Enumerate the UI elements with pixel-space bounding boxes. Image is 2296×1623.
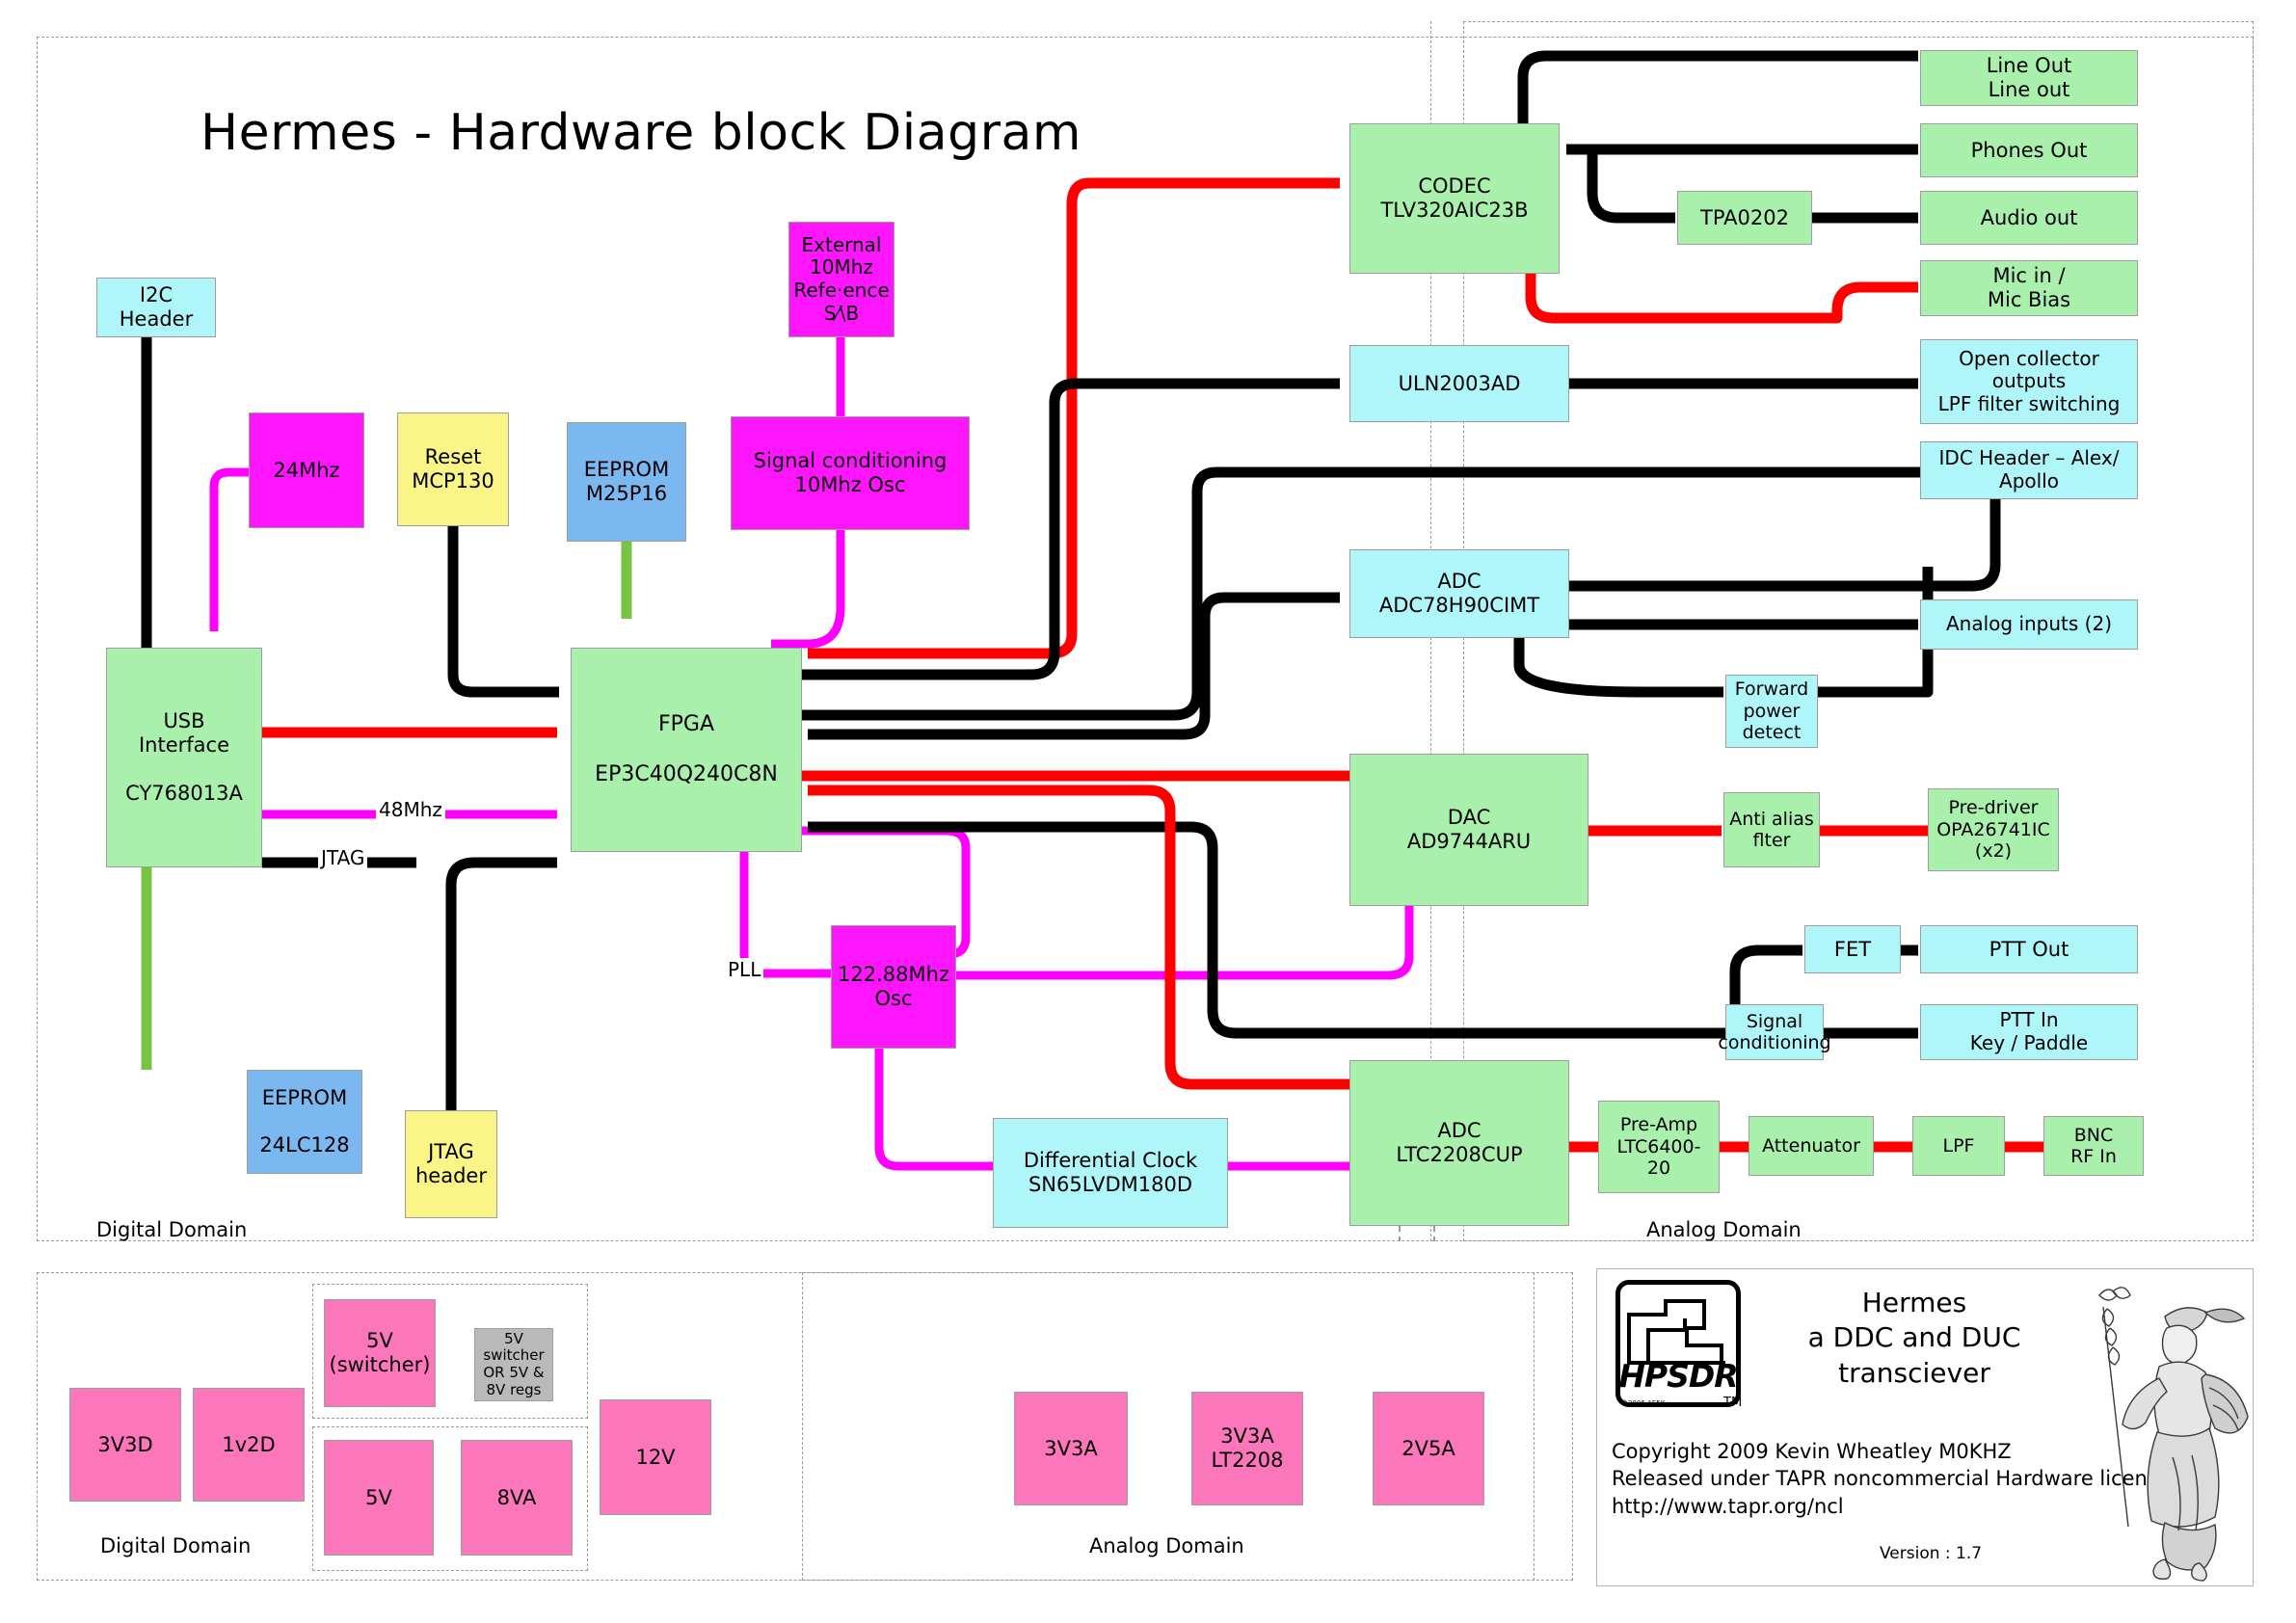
credit-heading-wrap: Hermes a DDC and DUC transciever — [1770, 1286, 2059, 1391]
psu-8va[interactable]: 8VA — [461, 1440, 573, 1556]
block-differential-clock[interactable]: Differential Clock SN65LVDM180D — [993, 1118, 1228, 1228]
block-lpf[interactable]: LPF — [1912, 1116, 2005, 1176]
block-usb-interface[interactable]: USB Interface CY768013A — [106, 648, 262, 867]
psu-1v2d[interactable]: 1v2D — [193, 1388, 305, 1502]
label-digital-domain: Digital Domain — [96, 1218, 248, 1241]
block-signal-conditioning-ptt[interactable]: Signal conditioning — [1718, 1004, 1831, 1060]
block-eeprom-24lc128[interactable]: EEPROM 24LC128 — [247, 1070, 362, 1174]
psu-3v3a-lt2208[interactable]: 3V3A LT2208 — [1191, 1392, 1303, 1505]
wire-label-jtag: JTAG — [318, 846, 368, 869]
hpsdr-logo-copyright: ©2006 AE5K — [1621, 1399, 1666, 1407]
block-line-out[interactable]: Line Out Line out — [1920, 50, 2138, 106]
block-reset-mcp130[interactable]: Reset MCP130 — [397, 412, 509, 526]
label-analog-domain: Analog Domain — [1646, 1218, 1802, 1241]
block-fet[interactable]: FET — [1804, 925, 1901, 973]
psu-5v[interactable]: 5V — [324, 1440, 434, 1556]
block-analog-inputs[interactable]: Analog inputs (2) — [1920, 599, 2138, 650]
psu-switcher-note: 5V switcher OR 5V & 8V regs — [474, 1328, 553, 1401]
block-122mhz-osc[interactable]: 122.88Mhz Osc — [831, 925, 956, 1049]
block-fpga[interactable]: FPGA EP3C40Q240C8N — [571, 648, 802, 852]
block-forward-power-detect[interactable]: Forward power detect — [1725, 675, 1818, 748]
block-attenuator[interactable]: Attenuator — [1749, 1116, 1874, 1176]
hpsdr-logo: HPSDR ©2006 AE5K — [1615, 1280, 1741, 1407]
psu-5v-switcher[interactable]: 5V (switcher) — [324, 1299, 436, 1407]
psu-3v3a[interactable]: 3V3A — [1014, 1392, 1128, 1505]
label-psu-analog-domain: Analog Domain — [1089, 1534, 1244, 1557]
block-adc-ltc2208cup[interactable]: ADC LTC2208CUP — [1349, 1060, 1569, 1226]
block-anti-alias-filter[interactable]: Anti alias flter — [1723, 792, 1820, 867]
block-audio-out[interactable]: Audio out — [1920, 191, 2138, 245]
credit-version: Version : 1.7 — [1880, 1544, 1983, 1563]
block-dac[interactable]: DAC AD9744ARU — [1349, 754, 1589, 906]
block-i2c-header[interactable]: I2C Header — [96, 278, 216, 337]
block-ptt-in[interactable]: PTT In Key / Paddle — [1920, 1004, 2138, 1060]
psu-12v[interactable]: 12V — [600, 1399, 711, 1515]
block-idc-header[interactable]: IDC Header – Alex/ Apollo — [1920, 441, 2138, 499]
block-mic-in[interactable]: Mic in / Mic Bias — [1920, 260, 2138, 316]
block-tpa0202[interactable]: TPA0202 — [1677, 191, 1812, 245]
block-pre-driver[interactable]: Pre-driver OPA26741IC (x2) — [1928, 788, 2059, 871]
block-open-collector-outputs[interactable]: Open collector outputs LPF filter switch… — [1920, 339, 2138, 424]
page-title: Hermes - Hardware block Diagram — [200, 104, 1081, 162]
block-24mhz-osc[interactable]: 24Mhz — [249, 412, 364, 528]
psu-3v3d[interactable]: 3V3D — [69, 1388, 181, 1502]
psu-2v5a[interactable]: 2V5A — [1373, 1392, 1484, 1505]
credit-version-wrap: Version : 1.7 — [1880, 1544, 1982, 1563]
credit-heading: Hermes a DDC and DUC transciever — [1807, 1287, 2021, 1389]
block-codec[interactable]: CODEC TLV320AIC23B — [1349, 123, 1560, 274]
block-pre-amp[interactable]: Pre-Amp LTC6400- 20 — [1598, 1101, 1720, 1193]
hpsdr-logo-word: HPSDR — [1618, 1357, 1738, 1395]
diagram-canvas: Hermes - Hardware block Diagram I2C Head… — [0, 0, 2296, 1623]
block-eeprom-m25p16[interactable]: EEPROM M25P16 — [567, 422, 686, 542]
block-uln2003ad[interactable]: ULN2003AD — [1349, 345, 1569, 422]
hpsdr-trademark: TM — [1723, 1396, 1743, 1410]
label-psu-digital-domain: Digital Domain — [100, 1534, 252, 1557]
wire-label-pll: PLL — [725, 958, 764, 981]
block-jtag-header[interactable]: JTAG header — [405, 1110, 497, 1218]
block-phones-out[interactable]: Phones Out — [1920, 123, 2138, 177]
hermes-illustration — [2098, 1287, 2249, 1582]
block-bnc-rf-in[interactable]: BNC RF In — [2043, 1116, 2144, 1176]
block-external-10mhz-reference[interactable]: External 10Mhz Refe·ence S⁄\B — [788, 222, 894, 337]
block-adc78h90cimt[interactable]: ADC ADC78H90CIMT — [1349, 549, 1569, 638]
block-ptt-out[interactable]: PTT Out — [1920, 925, 2138, 973]
wire-label-48mhz: 48Mhz — [376, 798, 445, 821]
block-signal-conditioning-10mhz[interactable]: Signal conditioning 10Mhz Osc — [731, 416, 970, 530]
